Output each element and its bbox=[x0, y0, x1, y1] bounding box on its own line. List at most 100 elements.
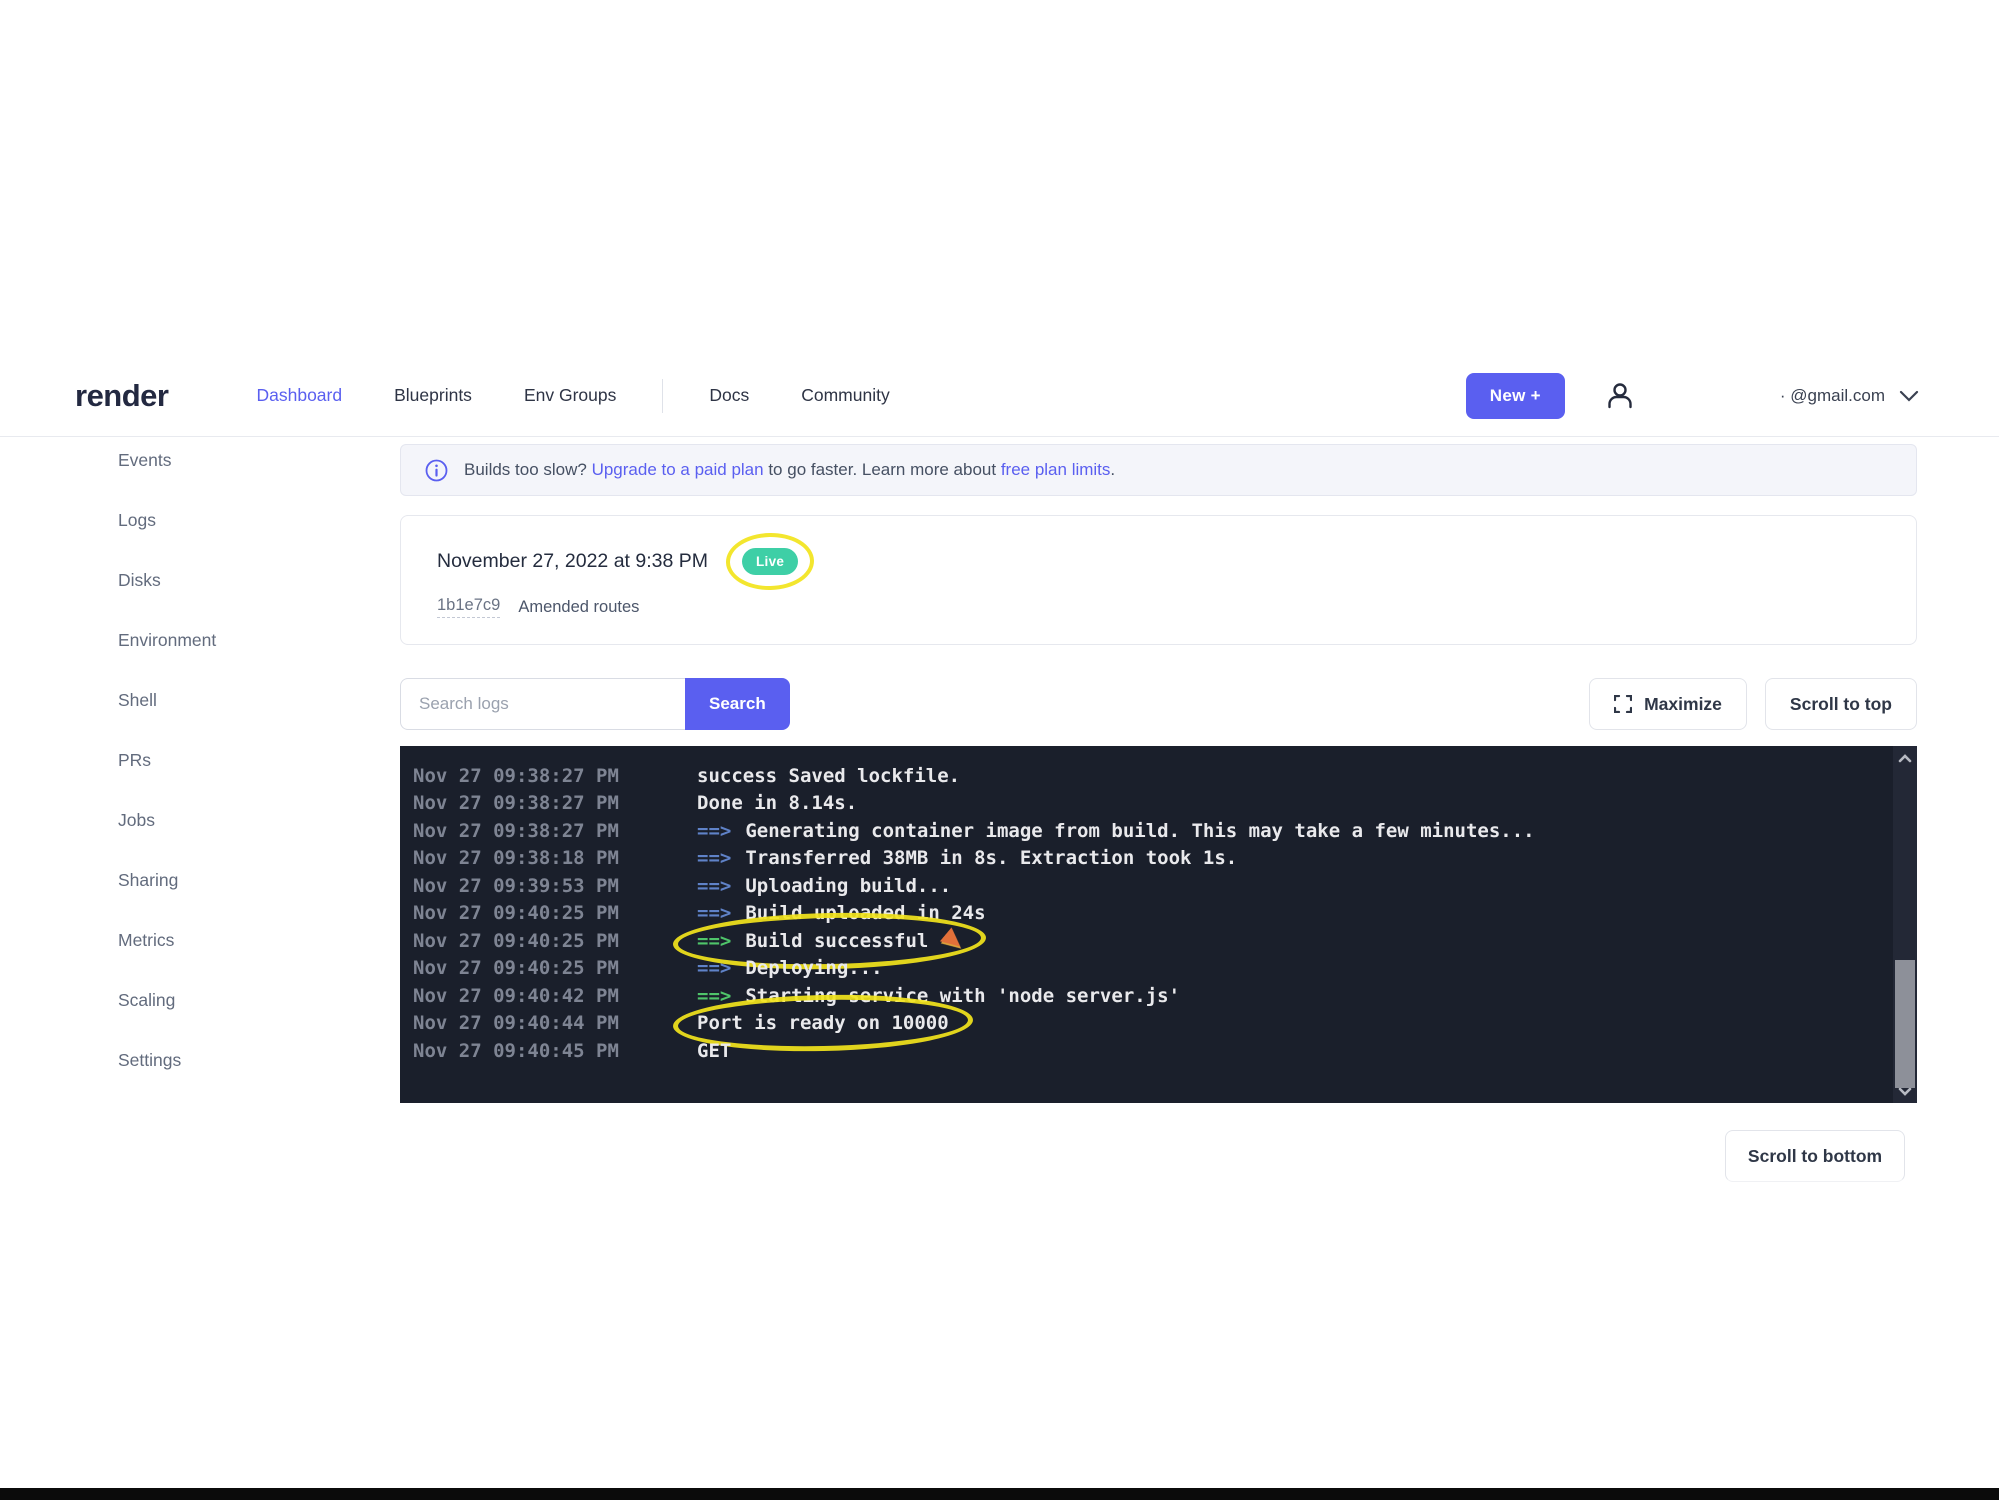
sidebar-item-jobs[interactable]: Jobs bbox=[118, 790, 358, 850]
info-icon bbox=[425, 459, 448, 482]
log-message: ==>Uploading build... bbox=[697, 875, 951, 897]
log-arrow-blue: ==> bbox=[697, 875, 731, 897]
log-timestamp: Nov 27 09:38:18 PM bbox=[413, 847, 697, 869]
new-button[interactable]: New + bbox=[1466, 373, 1565, 419]
log-text: Done in 8.14s. bbox=[697, 792, 857, 814]
log-timestamp: Nov 27 09:40:25 PM bbox=[413, 902, 697, 924]
log-text: Generating container image from build. T… bbox=[745, 820, 1534, 842]
sidebar-item-environment[interactable]: Environment bbox=[118, 610, 358, 670]
banner-text-segment: Builds too slow? bbox=[464, 460, 592, 479]
log-message: ==> Deploying... bbox=[697, 957, 883, 979]
nav-divider bbox=[662, 379, 663, 413]
sidebar-item-scaling[interactable]: Scaling bbox=[118, 970, 358, 1030]
deploy-card: November 27, 2022 at 9:38 PM Live 1b1e7c… bbox=[400, 515, 1917, 645]
log-arrow-blue: ==> bbox=[697, 957, 731, 979]
log-message: ==> Starting service with 'node server.js… bbox=[697, 985, 1180, 1007]
sidebar-item-shell[interactable]: Shell bbox=[118, 670, 358, 730]
sidebar-item-prs[interactable]: PRs bbox=[118, 730, 358, 790]
log-line: Nov 27 09:40:44 PMPort is ready on 10000 bbox=[413, 1010, 1887, 1038]
log-toolbar: Search Maximize Scroll to top bbox=[400, 678, 1917, 730]
party-popper-icon bbox=[940, 928, 966, 954]
navbar-right: New + · @gmail.com bbox=[1466, 373, 1919, 419]
log-timestamp: Nov 27 09:38:27 PM bbox=[413, 820, 697, 842]
log-text: GET bbox=[697, 1040, 731, 1062]
log-text: Build successful bbox=[745, 930, 928, 952]
log-line: Nov 27 09:40:25 PM==> Build uploaded in 2… bbox=[413, 900, 1887, 928]
chevron-down-icon bbox=[1899, 390, 1919, 402]
log-message: ==> Build successful bbox=[697, 930, 962, 952]
service-sidebar: EventsLogsDisksEnvironmentShellPRsJobsSh… bbox=[118, 430, 358, 1090]
upgrade-banner: Builds too slow? Upgrade to a paid plan … bbox=[400, 444, 1917, 496]
maximize-label: Maximize bbox=[1644, 694, 1722, 715]
account-menu[interactable]: · @gmail.com bbox=[1780, 386, 1919, 406]
terminal-scrollbar[interactable] bbox=[1893, 746, 1917, 1103]
log-arrow-blue: ==> bbox=[697, 902, 731, 924]
nav-item-community[interactable]: Community bbox=[801, 355, 890, 436]
sidebar-item-sharing[interactable]: Sharing bbox=[118, 850, 358, 910]
log-arrow-blue: ==> bbox=[697, 847, 731, 869]
live-status-badge: Live bbox=[742, 548, 798, 575]
log-line: Nov 27 09:40:45 PMGET bbox=[413, 1037, 1887, 1065]
user-icon[interactable] bbox=[1603, 379, 1637, 413]
log-message: ==> Build uploaded in 24s bbox=[697, 902, 986, 924]
sidebar-item-settings[interactable]: Settings bbox=[118, 1030, 358, 1090]
log-timestamp: Nov 27 09:40:25 PM bbox=[413, 957, 697, 979]
log-line: Nov 27 09:39:53 PM==>Uploading build... bbox=[413, 872, 1887, 900]
nav-item-env-groups[interactable]: Env Groups bbox=[524, 355, 616, 436]
log-message: Port is ready on 10000 bbox=[697, 1012, 949, 1034]
deploy-date: November 27, 2022 at 9:38 PM bbox=[437, 550, 708, 573]
live-badge-wrap: Live bbox=[742, 548, 798, 575]
log-line: Nov 27 09:38:27 PMDone in 8.14s. bbox=[413, 790, 1887, 818]
nav-item-blueprints[interactable]: Blueprints bbox=[394, 355, 472, 436]
nav-item-dashboard[interactable]: Dashboard bbox=[256, 355, 342, 436]
log-text: success Saved lockfile. bbox=[697, 765, 960, 787]
maximize-button[interactable]: Maximize bbox=[1589, 678, 1747, 730]
log-arrow-blue: ==> bbox=[697, 820, 731, 842]
sidebar-item-logs[interactable]: Logs bbox=[118, 490, 358, 550]
upgrade-banner-text: Builds too slow? Upgrade to a paid plan … bbox=[464, 460, 1115, 480]
banner-link[interactable]: Upgrade to a paid plan bbox=[592, 460, 764, 479]
banner-link[interactable]: free plan limits bbox=[1001, 460, 1111, 479]
scrollbar-thumb[interactable] bbox=[1895, 960, 1915, 1088]
log-timestamp: Nov 27 09:39:53 PM bbox=[413, 875, 697, 897]
log-arrow-green: ==> bbox=[697, 985, 731, 1007]
log-message: ==> Transferred 38MB in 8s. Extraction to… bbox=[697, 847, 1237, 869]
maximize-icon bbox=[1614, 695, 1632, 713]
log-line: Nov 27 09:38:27 PM==> Generating containe… bbox=[413, 817, 1887, 845]
nav-links: Dashboard Blueprints Env Groups Docs Communi… bbox=[256, 355, 889, 436]
log-text: Transferred 38MB in 8s. Extraction took … bbox=[745, 847, 1237, 869]
log-message: Done in 8.14s. bbox=[697, 792, 857, 814]
log-line: Nov 27 09:40:25 PM==>Build successful bbox=[413, 927, 1887, 955]
render-logo[interactable]: render bbox=[75, 378, 168, 414]
commit-message: Amended routes bbox=[518, 598, 639, 617]
log-arrow-green: ==> bbox=[697, 930, 731, 952]
log-text: Build uploaded in 24s bbox=[745, 902, 985, 924]
log-text: Deploying... bbox=[745, 957, 882, 979]
log-timestamp: Nov 27 09:40:45 PM bbox=[413, 1040, 697, 1062]
log-line: Nov 27 09:38:18 PM==> Transferred 38MB in… bbox=[413, 845, 1887, 873]
bottom-edge-bar bbox=[0, 1488, 1999, 1500]
log-message: success Saved lockfile. bbox=[697, 765, 960, 787]
sidebar-item-disks[interactable]: Disks bbox=[118, 550, 358, 610]
log-message: ==> Generating container image from build… bbox=[697, 820, 1535, 842]
sidebar-item-metrics[interactable]: Metrics bbox=[118, 910, 358, 970]
log-line: Nov 27 09:40:42 PM==>Starting service wi… bbox=[413, 982, 1887, 1010]
scroll-to-bottom-button[interactable]: Scroll to bottom bbox=[1725, 1130, 1905, 1182]
page: render Dashboard Blueprints Env Groups Docs… bbox=[0, 0, 1999, 1500]
sidebar-item-events[interactable]: Events bbox=[118, 430, 358, 490]
search-button[interactable]: Search bbox=[685, 678, 790, 730]
search-logs-input[interactable] bbox=[400, 678, 685, 730]
terminal-lines: Nov 27 09:38:27 PMsuccess Saved lockfile… bbox=[413, 762, 1887, 1065]
log-terminal: Nov 27 09:38:27 PMsuccess Saved lockfile… bbox=[400, 746, 1917, 1103]
log-timestamp: Nov 27 09:38:27 PM bbox=[413, 765, 697, 787]
nav-item-docs[interactable]: Docs bbox=[709, 355, 749, 436]
commit-hash-link[interactable]: 1b1e7c9 bbox=[437, 596, 500, 618]
log-line: Nov 27 09:38:27 PMsuccess Saved lockfile… bbox=[413, 762, 1887, 790]
account-email: · @gmail.com bbox=[1780, 386, 1885, 406]
log-text: Starting service with 'node server.js' bbox=[745, 985, 1180, 1007]
scrollbar-up-icon[interactable] bbox=[1898, 748, 1912, 768]
log-timestamp: Nov 27 09:40:44 PM bbox=[413, 1012, 697, 1034]
banner-text-segment: . bbox=[1110, 460, 1115, 479]
top-navbar: render Dashboard Blueprints Env Groups Docs… bbox=[0, 355, 1999, 437]
scroll-to-top-button[interactable]: Scroll to top bbox=[1765, 678, 1917, 730]
